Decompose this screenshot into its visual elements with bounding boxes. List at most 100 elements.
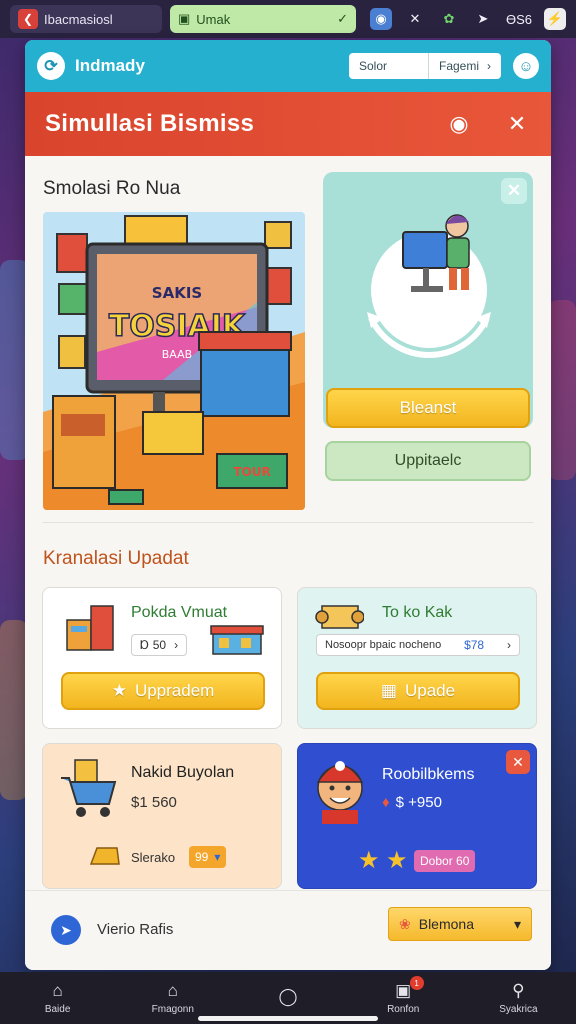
- chevron-right-icon: ›: [506, 638, 511, 652]
- item-card[interactable]: Nakid Buyolan $1 560 Slerako 99 ▾: [42, 743, 282, 889]
- app-window: ⟳ Indmady Solor Fagemi › ☺ Simullasi Bis…: [25, 40, 551, 970]
- pill-value: $78: [464, 638, 485, 652]
- nav-label: Syakrica: [499, 1004, 538, 1015]
- battery-icon: ⚡: [544, 8, 566, 30]
- price-value: $ +950: [395, 794, 442, 811]
- footer-label: Vierio Rafis: [97, 921, 174, 938]
- document-icon: ▣: [178, 11, 191, 26]
- footer-row: ➤ Vierio Rafis ❀ Blemona ▾: [25, 890, 551, 970]
- chevron-down-icon: ▾: [513, 915, 521, 932]
- close-icon[interactable]: ✕: [404, 8, 426, 30]
- upgrade-card: Pokda Vmuat Ɒ 50 › ★ Uppradem: [42, 587, 282, 729]
- goods-icon: [66, 605, 114, 651]
- section-title: Kranalasi Upadat: [43, 548, 189, 569]
- send-icon[interactable]: ➤: [472, 8, 494, 30]
- scroll-icon: [315, 605, 364, 629]
- cursor-icon[interactable]: ➤: [51, 915, 81, 945]
- store-illustration: SAKIS TOSIAIK BAAB TOUR: [43, 212, 305, 510]
- tab-label: Umak: [196, 11, 231, 27]
- top-dropdown-label: Fagemi: [439, 59, 480, 73]
- primary-action-button[interactable]: Bleanst: [326, 388, 530, 428]
- star-icon: ★: [358, 847, 380, 874]
- nav-label: Baide: [44, 1004, 71, 1015]
- smiley-icon[interactable]: ☺: [513, 53, 539, 79]
- chat-icon[interactable]: ◉: [445, 110, 473, 138]
- fire-icon: ❀: [399, 915, 411, 932]
- app-icon: ❮: [18, 9, 38, 29]
- card-pill[interactable]: Ɒ 50 ›: [131, 634, 188, 656]
- circle-icon: ◯: [278, 986, 298, 1006]
- close-icon[interactable]: ✕: [501, 178, 527, 204]
- badge-label: Slerako: [131, 850, 176, 865]
- home-icon: ⌂: [52, 981, 63, 1000]
- section-title: Smolasi Ro Nua: [43, 178, 181, 199]
- billboard-sub-text: BAAB: [162, 348, 192, 361]
- item-price: ♦ $ +950: [382, 794, 442, 811]
- upgrade-card: To ko Kak Nosoopr bpaic nocheno $78 › ▦ …: [297, 587, 537, 729]
- nav-label: Ronfon: [387, 1004, 420, 1015]
- pill-value: Ɒ 50: [140, 638, 167, 652]
- cart-icon: [61, 759, 117, 817]
- footer-dropdown-button[interactable]: ❀ Blemona ▾: [388, 907, 532, 941]
- billboard-small-text: SAKIS: [152, 284, 202, 302]
- card-title: Nakid Buyolan: [131, 764, 235, 781]
- top-controls: Solor Fagemi › ☺: [349, 53, 539, 79]
- avatar: [316, 761, 364, 824]
- search-icon: ⚲: [512, 981, 525, 1000]
- chevron-down-icon: ▾: [214, 850, 221, 864]
- upgrade-button-label: Upade: [404, 681, 456, 700]
- background-decoration: [548, 300, 576, 480]
- status-text: ӨS6: [505, 11, 532, 27]
- footer-button-label: Blemona: [418, 916, 474, 932]
- title-actions: ◉ ✕: [445, 110, 531, 138]
- home-indicator[interactable]: [198, 1016, 378, 1021]
- pen-icon: ✓: [337, 11, 348, 26]
- bag-icon: ♦: [382, 794, 390, 811]
- shop-icon: [210, 625, 264, 655]
- top-dropdown-button[interactable]: Fagemi ›: [429, 53, 501, 79]
- page-title: Simullasi Bismiss: [45, 110, 255, 137]
- upgrade-button-label: Uppradem: [134, 681, 215, 700]
- close-icon[interactable]: ✕: [506, 750, 530, 774]
- close-icon[interactable]: ✕: [503, 110, 531, 138]
- pill-label: Nosoopr bpaic nocheno: [325, 639, 442, 651]
- upgrade-button[interactable]: ▦ Upade: [316, 672, 520, 710]
- house-icon: ⌂: [167, 981, 178, 1000]
- card-title: Pokda Vmuat: [131, 604, 228, 621]
- count-badge: 99 ▾: [189, 846, 227, 868]
- mini-sign-text: TOUR: [233, 465, 270, 479]
- leaf-icon[interactable]: ✿: [438, 8, 460, 30]
- level-badge: Dobor 60: [414, 850, 476, 872]
- star-icon: ★: [111, 681, 127, 700]
- item-card[interactable]: ✕ Roobilbkems ♦ $ +950 ★ ★ Dobor 60: [297, 743, 537, 889]
- worker-illustration: [367, 214, 491, 358]
- brand-logo-icon[interactable]: ⟳: [37, 52, 65, 80]
- gold-bar-icon: [89, 847, 120, 865]
- globe-icon[interactable]: ◉: [369, 8, 392, 30]
- notification-badge: 1: [409, 976, 424, 990]
- status-bar: ❮ Ibacmasiosl ▣ Umak ✓ ◉ ✕ ✿ ➤ ӨS6 ⚡: [0, 0, 576, 38]
- divider: [43, 522, 533, 523]
- gift-icon: ▦: [380, 681, 397, 700]
- card-pill[interactable]: Nosoopr bpaic nocheno $78 ›: [316, 634, 520, 656]
- top-bar: ⟳ Indmady Solor Fagemi › ☺: [25, 40, 551, 92]
- upgrade-button[interactable]: ★ Uppradem: [61, 672, 265, 710]
- item-price: $1 560: [131, 794, 177, 811]
- star-icon: ★: [386, 847, 408, 874]
- browser-tab[interactable]: ❮ Ibacmasiosl: [10, 5, 162, 33]
- browser-tab-active[interactable]: ▣ Umak ✓: [170, 5, 356, 33]
- card-title: To ko Kak: [382, 604, 453, 621]
- tab-label: Ibacmasiosl: [44, 11, 113, 27]
- status-icons: ◉ ✕ ✿ ➤ ӨS6 ⚡: [369, 8, 566, 30]
- card-title: Roobilbkems: [382, 766, 475, 783]
- brand-name: Indmady: [75, 56, 145, 75]
- secondary-action-button[interactable]: Uppitaelc: [325, 441, 531, 481]
- nav-item-home[interactable]: ⌂ Baide: [0, 972, 115, 1024]
- background-decoration: [0, 620, 28, 800]
- chevron-right-icon: ›: [174, 638, 179, 652]
- nav-item-search[interactable]: ⚲ Syakrica: [461, 972, 576, 1024]
- top-select[interactable]: Solor: [349, 53, 429, 79]
- title-bar: Simullasi Bismiss ◉ ✕: [25, 92, 551, 156]
- chevron-right-icon: ›: [487, 59, 491, 73]
- nav-label: Fmagonn: [151, 1004, 194, 1015]
